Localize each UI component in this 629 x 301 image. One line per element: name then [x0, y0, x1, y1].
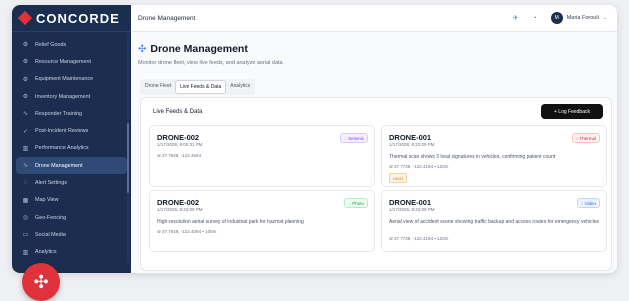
- sidebar-item-label: Responder Training: [35, 110, 83, 117]
- feed-card[interactable]: DRONE-002 1/17/2026, 8:22:09 PM ◌ Photo …: [149, 190, 375, 252]
- live-feeds-panel: Live Feeds & Data + Log Feedback DRONE-0…: [140, 97, 612, 271]
- feed-timestamp: 1/17/2026, 8:22:09 PM: [157, 207, 203, 212]
- feed-timestamp: 1/17/2026, 8:22:09 PM: [389, 142, 435, 147]
- sidebar-item-label: Performance Analytics: [35, 145, 89, 152]
- sidebar-item-social-media[interactable]: ▭ Social Media: [16, 226, 127, 243]
- feed-drone-id: DRONE-001: [389, 198, 432, 207]
- sidebar-item-label: Relief Goods: [35, 41, 67, 48]
- user-name[interactable]: Maria Forouli: [567, 15, 599, 21]
- chart-icon: ▥: [22, 145, 29, 152]
- feed-drone-id: DRONE-002: [157, 133, 200, 142]
- sidebar-item-alert-settings[interactable]: ◌ Alert Settings: [16, 174, 127, 191]
- sidebar-item-equipment-maintenance[interactable]: ⚙ Equipment Maintenance: [16, 71, 127, 88]
- feed-description: Aerial view of accident scene showing tr…: [389, 219, 600, 225]
- sidebar-item-label: Drone Management: [35, 162, 83, 169]
- sidebar-item-resource-management[interactable]: ⚙ Resource Management: [16, 53, 127, 70]
- sidebar-item-label: Map View: [35, 197, 59, 204]
- feed-type-badge: ◌ Thermal: [571, 133, 600, 143]
- sidebar-item-inventory-management[interactable]: ⚙ Inventory Management: [16, 88, 127, 105]
- page-title: Drone Management: [150, 43, 248, 55]
- chat-icon: ▭: [22, 232, 29, 239]
- review-icon: ✓: [22, 128, 29, 135]
- feed-type-badge: ◌ Photo: [344, 198, 368, 208]
- tab-live-feeds[interactable]: Live Feeds & Data: [175, 80, 227, 94]
- avatar[interactable]: M: [550, 12, 563, 24]
- feed-drone-id: DRONE-001: [389, 133, 432, 142]
- panel-title: Live Feeds & Data: [153, 109, 203, 115]
- tab-drone-fleet[interactable]: Drone Fleet: [141, 80, 175, 94]
- analytics-icon: ▥: [22, 249, 29, 256]
- drone-icon: ✣: [33, 271, 49, 292]
- tab-analytics[interactable]: Analytics: [226, 80, 254, 94]
- feed-timestamp: 1/17/2026, 9:00:31 PM: [157, 142, 203, 147]
- drone-icon: ✣: [138, 43, 147, 55]
- tab-bar: Drone Fleet Live Feeds & Data Analytics: [140, 79, 256, 95]
- feed-description: High-resolution aerial survey of industr…: [157, 219, 304, 225]
- inventory-icon: ⚙: [22, 94, 29, 101]
- severity-tag: HIGH: [389, 173, 407, 183]
- feed-location: ⊚ 37.7649, -122.4694: [157, 153, 202, 158]
- brand-name: CONCORDE: [36, 10, 120, 26]
- sidebar: CONCORDE ⚙ Relief Goods ⚙ Resource Manageme…: [12, 5, 131, 273]
- feed-card[interactable]: DRONE-002 1/17/2026, 9:00:31 PM ◌ Seismi…: [149, 125, 375, 187]
- drone-icon: ∿: [22, 163, 29, 170]
- sidebar-item-post-incident-reviews[interactable]: ✓ Post-Incident Reviews: [16, 122, 127, 139]
- sidebar-item-label: Alert Settings: [35, 180, 68, 187]
- feed-drone-id: DRONE-002: [157, 198, 200, 207]
- feed-type-badge: ◌ Seismic: [340, 133, 368, 143]
- app-logo-fab[interactable]: ✣: [22, 263, 60, 301]
- feed-description: Thermal scan shows 3 heat signatures in …: [389, 154, 556, 160]
- sidebar-item-label: Analytics: [35, 249, 57, 256]
- wrench-icon: ⚙: [22, 76, 29, 83]
- log-feedback-button[interactable]: + Log Feedback: [541, 104, 603, 119]
- feed-card[interactable]: DRONE-001 1/17/2026, 8:22:09 PM ◌ Therma…: [381, 125, 607, 187]
- sidebar-item-drone-management[interactable]: ∿ Drone Management: [16, 157, 127, 175]
- brand-logo-icon: [17, 10, 33, 26]
- app-window: CONCORDE ⚙ Relief Goods ⚙ Resource Manageme…: [12, 5, 617, 273]
- relief-goods-icon: ⚙: [22, 42, 29, 49]
- sidebar-item-label: Social Media: [35, 231, 66, 238]
- feed-location: ⊚ 37.7749, -122.4194 • 120m: [389, 236, 449, 241]
- topbar: Drone Management ✈ ◔ M Maria Forouli ⌄: [131, 5, 617, 32]
- bell-icon[interactable]: ◔: [532, 15, 536, 22]
- bell-icon: ◌: [23, 180, 28, 187]
- chevron-down-icon[interactable]: ⌄: [603, 15, 607, 21]
- feed-location: ⊚ 37.7649, -122.4094 • 100m: [157, 229, 217, 234]
- sidebar-item-label: Inventory Management: [35, 93, 91, 100]
- sidebar-item-label: Resource Management: [35, 58, 92, 65]
- sidebar-item-analytics[interactable]: ▥ Analytics: [16, 244, 127, 261]
- feed-card[interactable]: DRONE-001 1/17/2026, 8:22:09 PM ◌ Video …: [381, 190, 607, 252]
- sidebar-item-relief-goods[interactable]: ⚙ Relief Goods: [16, 36, 127, 53]
- sidebar-item-label: Post-Incident Reviews: [35, 128, 89, 135]
- geofence-icon: ◎: [22, 215, 29, 222]
- sidebar-item-responder-training[interactable]: ∿ Responder Training: [16, 105, 127, 122]
- map-icon: ▦: [22, 197, 29, 204]
- sidebar-item-label: Geo-Fencing: [35, 214, 67, 221]
- resource-icon: ⚙: [22, 59, 29, 66]
- sidebar-item-label: Equipment Maintenance: [35, 76, 94, 83]
- activity-icon: ∿: [22, 111, 29, 118]
- brand[interactable]: CONCORDE: [12, 5, 131, 32]
- feed-timestamp: 1/17/2026, 8:22:09 PM: [389, 207, 435, 212]
- topbar-title: Drone Management: [138, 14, 196, 22]
- feed-type-badge: ◌ Video: [576, 198, 600, 208]
- sidebar-scroll-thumb[interactable]: [127, 123, 129, 193]
- drone-status-icon[interactable]: ✈: [513, 14, 519, 22]
- page-subtitle: Monitor drone fleet, view live feeds, an…: [138, 60, 283, 66]
- sidebar-item-performance-analytics[interactable]: ▥ Performance Analytics: [16, 140, 127, 157]
- feed-location: ⊚ 37.7749, -122.4194 • 120m: [389, 164, 449, 169]
- sidebar-nav: ⚙ Relief Goods ⚙ Resource Management ⚙ Equipm…: [12, 32, 131, 261]
- sidebar-item-geo-fencing[interactable]: ◎ Geo-Fencing: [16, 209, 127, 226]
- sidebar-item-map-view[interactable]: ▦ Map View: [16, 192, 127, 209]
- main-content: ✣ Drone Management Monitor drone fleet, …: [131, 32, 617, 273]
